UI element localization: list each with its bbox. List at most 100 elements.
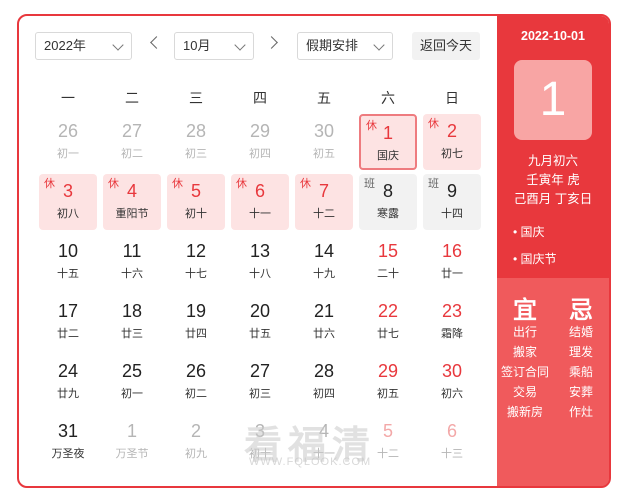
day-cell[interactable]: 6 十三	[423, 414, 481, 470]
day-number: 5	[190, 181, 201, 201]
lunar-label: 初三	[249, 388, 271, 400]
day-number: 19	[185, 301, 207, 321]
day-number: 20	[249, 301, 271, 321]
day-cell[interactable]: 30 初五	[295, 114, 353, 170]
day-cell[interactable]: 31 万圣夜	[39, 414, 97, 470]
lunar-label: 十二	[313, 208, 335, 220]
day-number: 27	[249, 361, 271, 381]
lunar-label: 廿三	[121, 328, 143, 340]
day-number: 31	[57, 421, 79, 441]
month-select[interactable]: 10月	[174, 32, 254, 60]
day-cell[interactable]: 休 4 重阳节	[103, 174, 161, 230]
day-cell[interactable]: 19 廿四	[167, 294, 225, 350]
day-cell[interactable]: 23 霜降	[423, 294, 481, 350]
day-cell[interactable]: 12 十七	[167, 234, 225, 290]
day-cell[interactable]: 29 初四	[231, 114, 289, 170]
lunar-label: 初二	[185, 388, 207, 400]
today-button[interactable]: 返回今天	[412, 32, 480, 60]
day-cell[interactable]: 2 初九	[167, 414, 225, 470]
lunar-label: 十六	[121, 268, 143, 280]
lunar-label: 初四	[313, 388, 335, 400]
day-cell[interactable]: 25 初一	[103, 354, 161, 410]
lunar-label: 万圣夜	[51, 448, 85, 460]
calendar-main: 2022年 10月 假期安排 返回今天 一二三四五六日 26 初一 27 初二 28 初三…	[19, 16, 497, 486]
day-number: 1	[382, 123, 393, 143]
lunar-label: 十四	[441, 208, 463, 220]
day-number: 9	[446, 181, 457, 201]
day-cell[interactable]: 26 初二	[167, 354, 225, 410]
day-cell[interactable]: 27 初三	[231, 354, 289, 410]
day-cell[interactable]: 20 廿五	[231, 294, 289, 350]
day-cell[interactable]: 29 初五	[359, 354, 417, 410]
lunar-label: 初一	[121, 388, 143, 400]
day-cell[interactable]: 休 2 初七	[423, 114, 481, 170]
day-number: 30	[441, 361, 463, 381]
day-cell[interactable]: 休 6 十一	[231, 174, 289, 230]
day-number: 2	[446, 121, 457, 141]
day-cell[interactable]: 1 万圣节	[103, 414, 161, 470]
lunar-label: 寒露	[377, 208, 399, 220]
day-cell[interactable]: 16 廿一	[423, 234, 481, 290]
day-number: 14	[313, 241, 335, 261]
day-number: 15	[377, 241, 399, 261]
day-cell[interactable]: 21 廿六	[295, 294, 353, 350]
holiday-select-value: 假期安排	[306, 38, 359, 53]
festival-item: • 国庆	[513, 225, 545, 239]
day-number: 11	[122, 241, 142, 261]
day-cell[interactable]: 30 初六	[423, 354, 481, 410]
day-cell[interactable]: 28 初三	[167, 114, 225, 170]
holiday-select[interactable]: 假期安排	[297, 32, 393, 60]
lunar-label: 十五	[57, 268, 79, 280]
day-cell[interactable]: 休 1 国庆	[359, 114, 417, 170]
day-number: 26	[57, 121, 79, 141]
day-number: 28	[313, 361, 335, 381]
day-cell[interactable]: 休 3 初八	[39, 174, 97, 230]
day-cell[interactable]: 休 5 初十	[167, 174, 225, 230]
day-number: 24	[57, 361, 79, 381]
lunar-label: 初十	[185, 208, 207, 220]
ji-item: 结婚	[568, 325, 593, 339]
prev-month-icon[interactable]	[150, 36, 163, 49]
day-cell[interactable]: 班 8 寒露	[359, 174, 417, 230]
lunar-label: 廿四	[185, 328, 207, 340]
day-number: 26	[185, 361, 207, 381]
weekday-label: 二	[125, 90, 139, 106]
day-number: 21	[313, 301, 335, 321]
weekday-label: 三	[189, 90, 203, 106]
day-cell[interactable]: 休 7 十二	[295, 174, 353, 230]
next-month-icon[interactable]	[265, 36, 278, 49]
weekday-label: 五	[317, 90, 331, 106]
ganzhi-year: 壬寅年 虎	[526, 173, 580, 187]
day-cell[interactable]: 27 初二	[103, 114, 161, 170]
day-cell[interactable]: 28 初四	[295, 354, 353, 410]
day-number: 2	[190, 421, 201, 441]
lunar-label: 二十	[377, 268, 399, 280]
lunar-label: 初二	[121, 148, 143, 160]
year-select[interactable]: 2022年	[35, 32, 132, 60]
lunar-label: 初七	[441, 148, 463, 160]
day-cell[interactable]: 14 十九	[295, 234, 353, 290]
day-cell[interactable]: 26 初一	[39, 114, 97, 170]
day-cell[interactable]: 17 廿二	[39, 294, 97, 350]
lunar-label: 十八	[249, 268, 271, 280]
day-cell[interactable]: 11 十六	[103, 234, 161, 290]
chevron-down-icon	[373, 39, 385, 51]
day-number: 25	[121, 361, 143, 381]
yi-item: 搬家	[512, 345, 537, 359]
day-number: 22	[377, 301, 399, 321]
yi-ji-section: 宜 忌 出行 搬家 签订合同 交易 搬新房 结婚 理发 乘船 安葬 作灶	[497, 278, 609, 486]
day-cell[interactable]: 13 十八	[231, 234, 289, 290]
day-cell[interactable]: 10 十五	[39, 234, 97, 290]
day-cell[interactable]: 15 二十	[359, 234, 417, 290]
lunar-label: 廿五	[249, 328, 271, 340]
day-cell[interactable]: 24 廿九	[39, 354, 97, 410]
day-number: 10	[57, 241, 79, 261]
day-cell[interactable]: 18 廿三	[103, 294, 161, 350]
ji-heading: 忌	[569, 297, 593, 324]
yi-item: 签订合同	[500, 365, 549, 379]
ji-item: 作灶	[568, 405, 593, 419]
day-cell[interactable]: 班 9 十四	[423, 174, 481, 230]
lunar-label: 初八	[57, 208, 79, 220]
day-cell[interactable]: 22 廿七	[359, 294, 417, 350]
year-select-value: 2022年	[44, 38, 86, 53]
